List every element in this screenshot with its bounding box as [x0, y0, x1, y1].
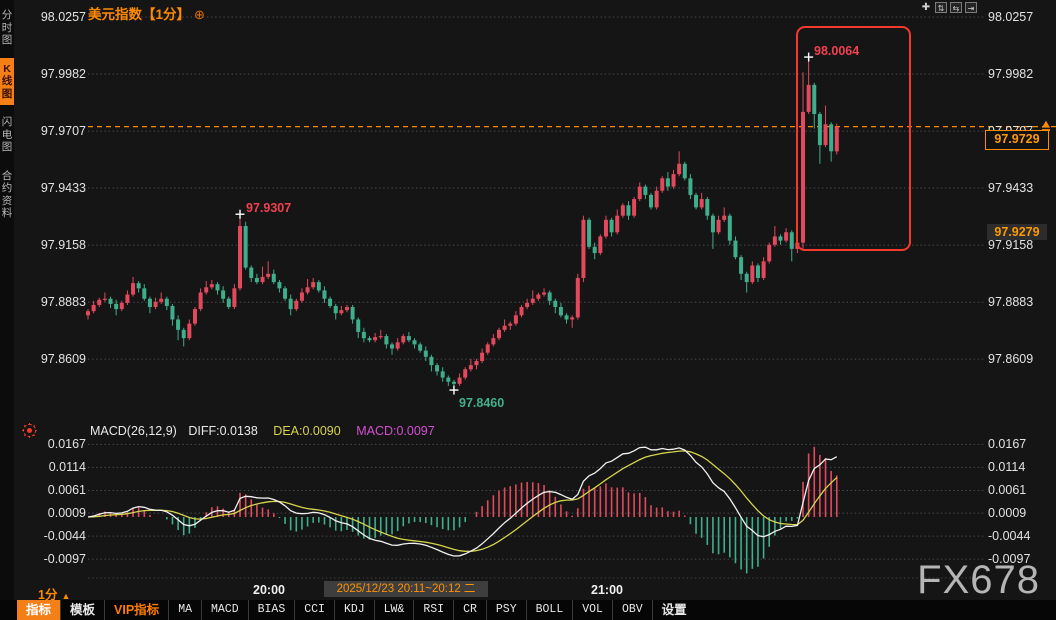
price-level-label: 97.9982: [28, 67, 86, 81]
chart-toolbar-icons: ✚⇅⇆⇥: [920, 2, 977, 13]
toolbar-item-BOLL[interactable]: BOLL: [526, 600, 573, 620]
sidebar-tab-闪电图[interactable]: 闪电图: [0, 111, 14, 159]
toolbar-item-CR[interactable]: CR: [453, 600, 486, 620]
page-title: 美元指数【1分】 ⊕: [88, 3, 205, 23]
toolbar-item-CCI[interactable]: CCI: [294, 600, 334, 620]
fit-vertical-icon[interactable]: ⇅: [935, 2, 947, 13]
fx678-watermark: FX678: [917, 558, 1040, 603]
trading-terminal: 分时图 K线图闪电图合约资料 美元指数【1分】 ⊕ ✚⇅⇆⇥ 98.0257 97.9…: [0, 0, 1056, 620]
toolbar-item-模板[interactable]: 模板: [60, 600, 104, 620]
symbol-period: 【1分】: [142, 7, 190, 22]
macd-level-label: 0.0009: [988, 506, 1026, 520]
macd-level-label: -0.0044: [988, 529, 1030, 543]
time-tick-2100: 21:00: [585, 583, 629, 597]
sidebar-tab-K线图[interactable]: K线图: [0, 58, 14, 106]
toolbar-item-OBV[interactable]: OBV: [612, 600, 652, 620]
macd-formula: MACD(26,12,9): [90, 424, 177, 438]
price-level-label: 97.9433: [988, 181, 1033, 195]
price-level-label: 97.8883: [28, 295, 86, 309]
macd-level-label: 0.0114: [988, 460, 1025, 474]
time-axis: 1分▲ 20:00 2025/12/23 20:11~20:12 二 21:00: [0, 580, 1056, 598]
price-level-label: 97.9982: [988, 67, 1033, 81]
price-level-label: 98.0257: [988, 10, 1033, 24]
macd-level-label: 0.0061: [988, 483, 1026, 497]
move-tool-icon[interactable]: ✚: [920, 2, 932, 13]
chart-type-sidebar: 分时图 K线图闪电图合约资料: [0, 0, 14, 620]
fit-horizontal-icon[interactable]: ⇆: [950, 2, 962, 13]
macd-legend: MACD(26,12,9) DIFF:0.0138 DEA:0.0090 MAC…: [90, 424, 435, 438]
macd-level-label: 0.0114: [28, 460, 86, 474]
price-level-label: 97.9433: [28, 181, 86, 195]
price-level-label: 97.8883: [988, 295, 1033, 309]
indicator-toolbar: 指标模板VIP指标MAMACDBIASCCIKDJLW&RSICRPSYBOLL…: [0, 600, 1056, 620]
secondary-price-tag: 97.9279: [987, 224, 1047, 240]
toolbar-item-KDJ[interactable]: KDJ: [334, 600, 374, 620]
toolbar-item-指标[interactable]: 指标: [17, 600, 60, 620]
time-tick-2000: 20:00: [247, 583, 291, 597]
add-indicator-icon[interactable]: ⊕: [194, 7, 205, 22]
macd-level-label: -0.0044: [28, 529, 86, 543]
macd-level-label: 0.0167: [28, 437, 86, 451]
live-indicator-icon: [23, 424, 36, 437]
price-level-label: 97.9158: [28, 238, 86, 252]
scroll-right-icon[interactable]: ⇥: [965, 2, 977, 13]
macd-level-label: 0.0061: [28, 483, 86, 497]
price-level-label: 97.9707: [28, 124, 86, 138]
price-level-label: 97.8609: [988, 352, 1033, 366]
toolbar-item-PSY[interactable]: PSY: [486, 600, 526, 620]
macd-level-label: 0.0167: [988, 437, 1026, 451]
toolbar-item-VIP指标[interactable]: VIP指标: [104, 600, 168, 620]
chart-canvas[interactable]: [0, 0, 1056, 620]
toolbar-item-设置[interactable]: 设置: [652, 600, 696, 620]
macd-dea-readout: DEA:0.0090: [273, 424, 340, 438]
sidebar-tab-分时图[interactable]: 分时图: [0, 4, 14, 52]
toolbar-item-VOL[interactable]: VOL: [572, 600, 612, 620]
toolbar-item-MACD[interactable]: MACD: [201, 600, 248, 620]
annotation-session-high: 98.0064: [814, 44, 859, 58]
price-level-label: 97.8609: [28, 352, 86, 366]
toolbar-item-BIAS[interactable]: BIAS: [248, 600, 295, 620]
macd-level-label: 0.0009: [28, 506, 86, 520]
annotation-local-high: 97.9307: [246, 201, 291, 215]
price-level-label: 98.0257: [28, 10, 86, 24]
macd-level-label: -0.0097: [28, 552, 86, 566]
current-price-tag: 97.9729: [985, 130, 1049, 150]
crosshair-time-readout: 2025/12/23 20:11~20:12 二: [324, 581, 488, 597]
macd-bar-readout: MACD:0.0097: [356, 424, 435, 438]
toolbar-item-LW&[interactable]: LW&: [374, 600, 414, 620]
macd-diff-readout: DIFF:0.0138: [188, 424, 257, 438]
symbol-name: 美元指数: [88, 7, 142, 22]
toolbar-item-MA[interactable]: MA: [168, 600, 201, 620]
toolbar-item-RSI[interactable]: RSI: [413, 600, 453, 620]
annotation-session-low: 97.8460: [459, 396, 504, 410]
sidebar-tab-合约资料[interactable]: 合约资料: [0, 165, 14, 225]
